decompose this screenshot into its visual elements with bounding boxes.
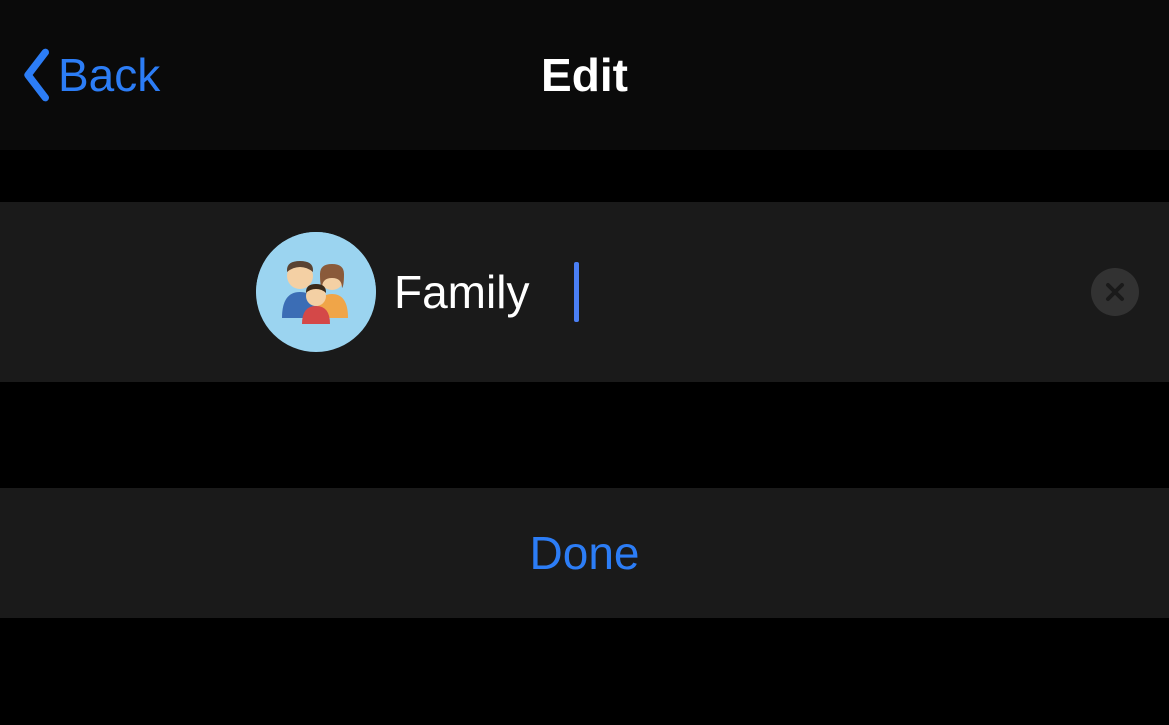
nav-header: Back Edit bbox=[0, 0, 1169, 150]
page-title: Edit bbox=[0, 48, 1169, 102]
x-icon bbox=[1104, 276, 1126, 308]
name-edit-row bbox=[0, 202, 1169, 382]
back-label: Back bbox=[58, 48, 160, 102]
group-name-input[interactable] bbox=[394, 265, 574, 319]
group-avatar[interactable] bbox=[256, 232, 376, 352]
family-icon bbox=[256, 232, 376, 352]
spacer bbox=[0, 618, 1169, 725]
name-input-wrap bbox=[376, 262, 1091, 322]
text-cursor bbox=[574, 262, 579, 322]
done-button[interactable]: Done bbox=[0, 488, 1169, 618]
done-label: Done bbox=[530, 526, 640, 580]
spacer bbox=[0, 150, 1169, 202]
clear-text-button[interactable] bbox=[1091, 268, 1139, 316]
chevron-left-icon bbox=[20, 47, 52, 103]
back-button[interactable]: Back bbox=[0, 47, 160, 103]
spacer bbox=[0, 382, 1169, 488]
